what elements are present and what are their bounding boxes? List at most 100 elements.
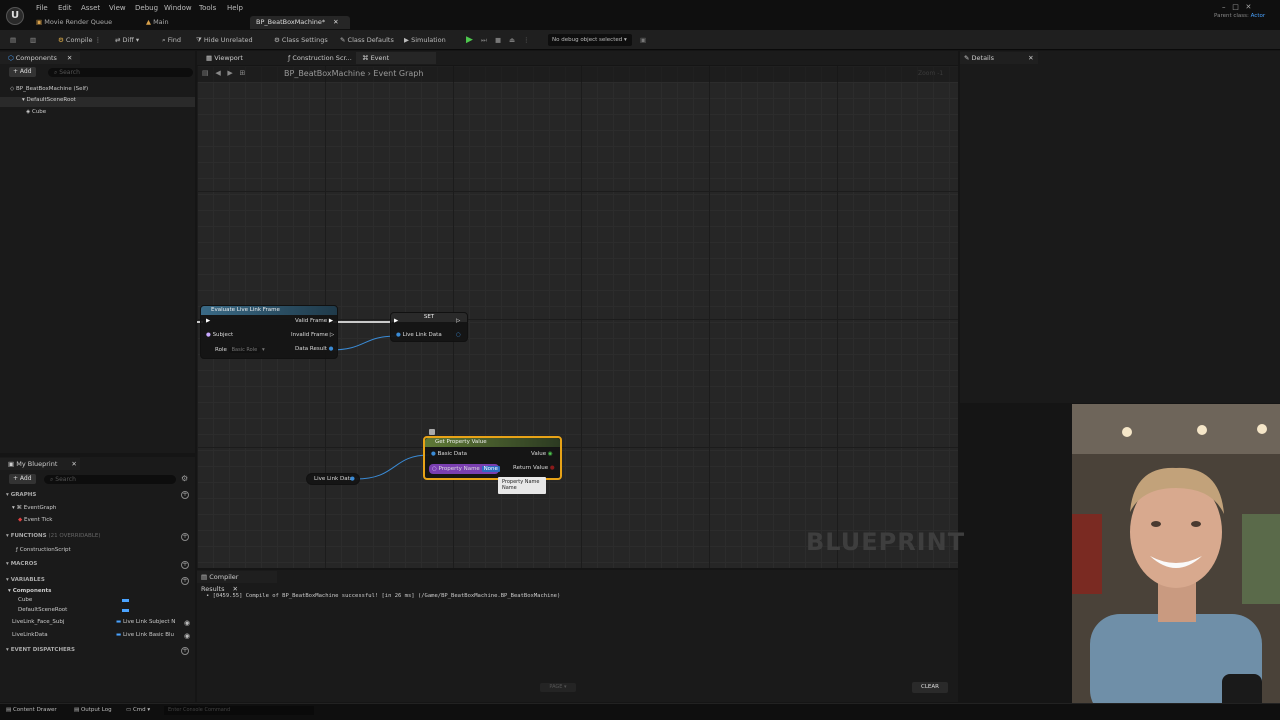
console-command-input[interactable]: Enter Console Command [164, 706, 314, 715]
pin-icon[interactable]: ● [350, 476, 355, 482]
tab-construction-script[interactable]: ƒ Construction Scr... [282, 52, 358, 64]
compiler-results-tab[interactable]: ▤ Compiler Results ✕ [197, 571, 277, 593]
settings-gear-icon[interactable]: ⚙ [181, 474, 188, 483]
subject-pin[interactable]: ● Subject [206, 332, 233, 338]
add-member-button[interactable]: + Add [9, 474, 36, 484]
eject-icon[interactable]: ⏏ [509, 34, 515, 46]
variable-livelink-face-subj[interactable]: LiveLink_Face_Subj [12, 619, 64, 625]
clear-button[interactable]: CLEAR [912, 682, 948, 693]
details-tab[interactable]: ✎ Details ✕ [960, 52, 1038, 64]
menu-asset[interactable]: Asset [81, 4, 100, 12]
live-link-data-pin[interactable]: ● Live Link Data [396, 332, 442, 338]
basic-data-pin[interactable]: ● Basic Data [431, 451, 467, 457]
component-default-scene-root[interactable]: ▾ DefaultSceneRoot [0, 97, 195, 107]
section-variables[interactable]: ▾ VARIABLES [6, 575, 194, 585]
valid-frame-pin[interactable]: Valid Frame ▶ [295, 318, 333, 324]
more-icon[interactable]: ⋮ [523, 34, 530, 46]
menu-view[interactable]: View [109, 4, 126, 12]
maximize-icon[interactable]: □ [1232, 3, 1239, 11]
components-search-input[interactable]: ⌕ Search [48, 68, 193, 77]
component-self[interactable]: ◇ BP_BeatBoxMachine (Self) [10, 86, 88, 92]
data-result-pin[interactable]: Data Result ● [295, 346, 333, 352]
hide-unrelated-button[interactable]: ⧩ Hide Unrelated [196, 34, 253, 46]
event-tick-item[interactable]: ◆ Event Tick [18, 517, 52, 523]
role-pin[interactable]: Role Basic Role ▾ [215, 347, 265, 353]
construction-script-item[interactable]: ƒ ConstructionScript [16, 547, 71, 553]
tab-viewport[interactable]: ▦ Viewport [200, 52, 249, 64]
parent-class-value[interactable]: Actor [1251, 13, 1265, 19]
add-component-button[interactable]: + Add [9, 67, 36, 77]
add-macro-icon[interactable]: + [181, 561, 189, 569]
eye-icon[interactable]: ◉ [184, 619, 190, 627]
menu-tools[interactable]: Tools [199, 4, 216, 12]
my-blueprint-tab[interactable]: ▣ My Blueprint ✕ [0, 458, 80, 470]
close-icon[interactable]: ✕ [67, 54, 72, 62]
add-graph-icon[interactable]: + [181, 491, 189, 499]
variable-default-scene-root[interactable]: DefaultSceneRoot [18, 607, 67, 613]
cmd-button[interactable]: ▭ Cmd ▾ [126, 707, 150, 713]
close-icon[interactable]: ✕ [333, 18, 338, 26]
simulation-button[interactable]: ▶ Simulation [404, 34, 446, 46]
menu-window[interactable]: Window [164, 4, 192, 12]
page-button[interactable]: PAGE ▾ [540, 683, 576, 692]
close-icon[interactable]: ✕ [71, 460, 76, 468]
property-name-pin[interactable]: ○ Property Name None [432, 466, 500, 472]
debug-object-select[interactable]: No debug object selected ▾ [548, 34, 632, 46]
title-bar [0, 0, 1280, 30]
role-select[interactable]: Basic Role [228, 347, 261, 353]
debug-filter-icon[interactable]: ▣ [640, 34, 646, 46]
class-defaults-button[interactable]: ✎ Class Defaults [340, 34, 394, 46]
components-tab[interactable]: ⬡ Components ✕ [0, 52, 80, 64]
add-variable-icon[interactable]: + [181, 577, 189, 585]
minimize-icon[interactable]: – [1222, 3, 1226, 11]
components-category[interactable]: ▾ Components [8, 588, 51, 594]
output-log-button[interactable]: ▤ Output Log [74, 707, 112, 713]
class-settings-button[interactable]: ⚙ Class Settings [274, 34, 328, 46]
menu-help[interactable]: Help [227, 4, 243, 12]
close-icon[interactable]: ✕ [232, 585, 237, 593]
play-icon[interactable]: ▶ [466, 34, 473, 46]
browse-icon[interactable]: ▥ [30, 34, 36, 46]
diff-button[interactable]: ⇄ Diff ▾ [115, 34, 139, 46]
add-dispatcher-icon[interactable]: + [181, 647, 189, 655]
invalid-frame-pin[interactable]: Invalid Frame ▷ [291, 332, 334, 338]
tab-blueprint[interactable]: BP_BeatBoxMachine* ✕ [250, 16, 350, 29]
output-pin-icon[interactable]: ○ [456, 332, 461, 338]
menu-edit[interactable]: Edit [58, 4, 72, 12]
content-drawer-button[interactable]: ▤ Content Drawer [6, 707, 57, 713]
stop-icon[interactable]: ■ [495, 34, 501, 46]
tab-event-graph[interactable]: ⌘ Event Graph✕ [356, 52, 436, 74]
property-name-input[interactable]: None [481, 466, 500, 472]
my-blueprint-search-input[interactable]: ⌕ Search [44, 475, 176, 484]
exec-out-pin[interactable]: ▷ [456, 318, 460, 324]
component-label: DefaultSceneRoot [26, 97, 76, 103]
component-cube[interactable]: ◈ Cube [26, 109, 46, 115]
menu-debug[interactable]: Debug [135, 4, 158, 12]
close-icon[interactable]: ✕ [1028, 54, 1033, 62]
exec-in-pin[interactable]: ▶ [394, 318, 398, 324]
tab-movie-render-queue[interactable]: ▣ Movie Render Queue [30, 16, 118, 29]
variable-livelinkdata[interactable]: LiveLinkData [12, 632, 48, 638]
value-pin[interactable]: Value ◉ [531, 451, 553, 457]
exec-in-pin[interactable]: ▶ [206, 318, 210, 324]
section-macros[interactable]: ▾ MACROS [6, 559, 194, 569]
eye-icon[interactable]: ◉ [184, 632, 190, 640]
find-button[interactable]: ⌕ Find [162, 34, 181, 46]
step-icon[interactable]: ⏭ [481, 34, 487, 46]
section-event-dispatchers[interactable]: ▾ EVENT DISPATCHERS [6, 645, 194, 655]
return-value-pin[interactable]: Return Value ● [513, 465, 555, 471]
variable-cube[interactable]: Cube [18, 597, 32, 603]
cmd-label: Cmd [132, 707, 146, 713]
compile-button[interactable]: ⚙ Compile ⋮ [58, 34, 101, 46]
menu-file[interactable]: File [36, 4, 48, 12]
tab-main[interactable]: ▲ Main [140, 16, 175, 29]
pin-icon: ● [328, 346, 334, 352]
gear-icon: ⚙ [274, 36, 280, 44]
add-function-icon[interactable]: + [181, 533, 189, 541]
close-window-icon[interactable]: ✕ [1246, 3, 1252, 11]
graph-event-graph[interactable]: ▾ ⌘ EventGraph [12, 505, 56, 511]
section-graphs[interactable]: ▾ GRAPHS [6, 490, 194, 500]
save-icon[interactable]: ▤ [10, 34, 16, 46]
unreal-logo-icon[interactable]: U [6, 7, 24, 25]
section-functions[interactable]: ▾ FUNCTIONS (21 OVERRIDABLE) [6, 531, 194, 541]
